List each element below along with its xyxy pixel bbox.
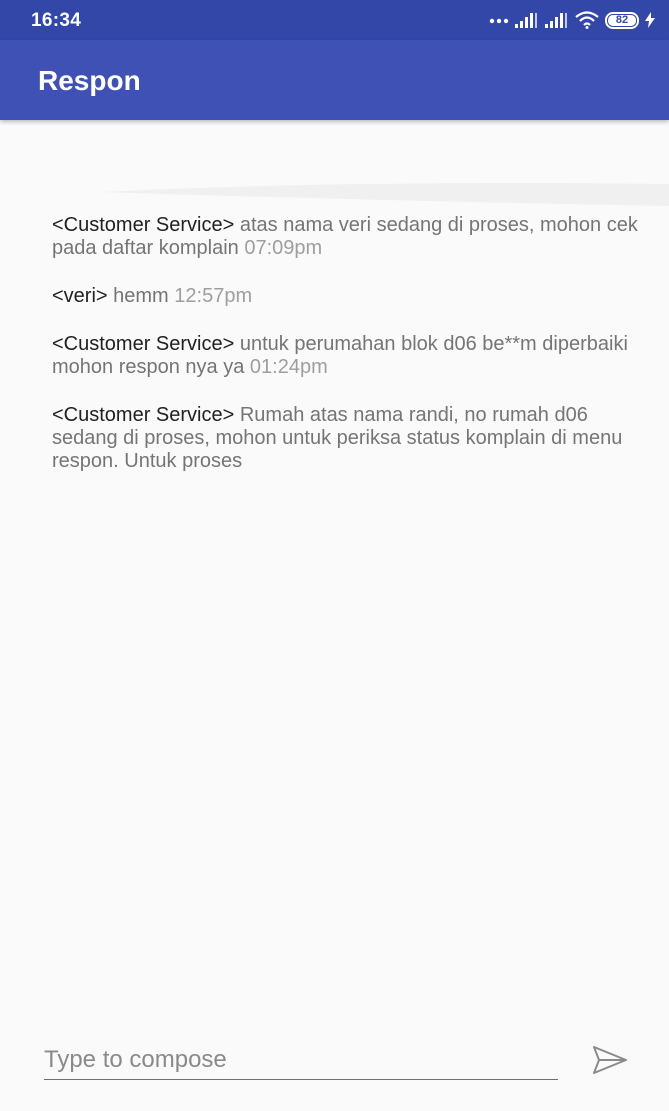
- message-item: <Customer Service> untuk perumahan blok …: [52, 333, 642, 379]
- chat-screen: 16:34 82 Respon <Customer Service> atas …: [0, 0, 669, 1111]
- send-icon: [590, 1046, 630, 1081]
- status-bar: 16:34 82: [0, 0, 669, 40]
- status-icons: 82: [489, 9, 655, 31]
- message-item: <Customer Service> Rumah atas nama randi…: [52, 404, 642, 473]
- wifi-icon: [575, 11, 599, 29]
- message-sender: <Customer Service>: [52, 214, 235, 236]
- message-time: 01:24pm: [249, 356, 328, 378]
- message-time: 07:09pm: [244, 237, 323, 259]
- message-item: <Customer Service> atas nama veri sedang…: [52, 214, 642, 260]
- send-button[interactable]: [590, 1042, 630, 1078]
- message-time: 12:57pm: [174, 285, 253, 307]
- message-sender: <Customer Service>: [52, 333, 235, 355]
- dots-icon: [489, 16, 509, 24]
- battery-level: 82: [608, 14, 636, 26]
- compose-input[interactable]: [44, 1040, 558, 1080]
- decorative-swoosh: [100, 183, 669, 206]
- status-time: 16:34: [31, 10, 82, 31]
- page-title: Respon: [38, 65, 141, 96]
- message-text: hemm: [107, 285, 175, 307]
- charging-icon: [645, 12, 655, 28]
- signal-icon: [515, 12, 539, 28]
- message-sender: <Customer Service>: [52, 404, 235, 426]
- app-bar: Respon: [0, 40, 669, 120]
- message-sender: <veri>: [52, 285, 108, 307]
- message-list: <Customer Service> atas nama veri sedang…: [52, 214, 642, 498]
- message-item: <veri> hemm 12:57pm: [52, 285, 642, 308]
- battery-icon: 82: [605, 11, 639, 29]
- signal-icon: [545, 12, 569, 28]
